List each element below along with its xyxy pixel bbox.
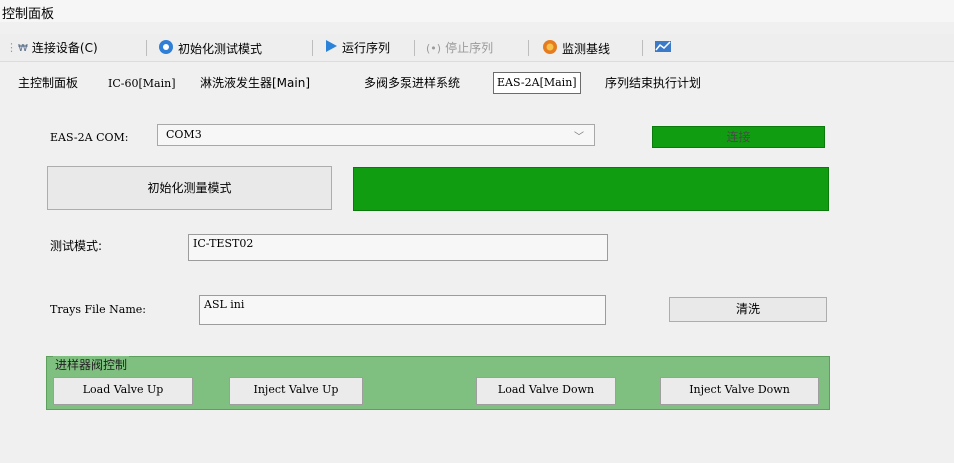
test-mode-label: 测试模式: [50,239,103,253]
init-measure-mode-button[interactable]: 初始化测量模式 [47,166,332,210]
trays-file-label: Trays File Name: [50,303,147,316]
tab-eas2a[interactable]: EAS-2A[Main] [493,72,581,94]
window-title: 控制面板 [2,7,55,22]
grip-icon: ⋮ [6,41,17,54]
connection-status-indicator: 连接 [652,126,825,148]
valve-group-title: 进样器阀控制 [53,356,130,373]
toolbar: ⋮ ₩ 连接设备(C) 初始化测试模式 运行序列 (•) 停止序列 监测基线 [0,34,954,62]
chevron-down-icon: ﹀ [574,132,584,143]
test-mode-field[interactable]: IC-TEST02 [188,234,608,261]
init-icon [158,39,174,60]
monitor-baseline-button[interactable]: 监测基线 [542,39,610,57]
status-green-panel [353,167,829,211]
run-sequence-button[interactable]: 运行序列 [324,39,390,57]
tab-multi-valve-system[interactable]: 多阀多泵进样系统 [364,74,460,92]
load-valve-up-button[interactable]: Load Valve Up [53,377,193,405]
tab-ic60[interactable]: IC-60[Main] [108,74,175,92]
com-port-select[interactable]: COM3 ﹀ [157,124,595,146]
stop-sequence-button[interactable]: (•) 停止序列 [426,39,493,57]
tab-eluent-generator[interactable]: 淋洗液发生器[Main] [200,74,310,92]
init-test-mode-button[interactable]: 初始化测试模式 [158,39,262,57]
chart-view-button[interactable] [654,39,676,57]
monitor-icon [542,39,558,60]
com-port-value: COM3 [166,128,202,141]
valve-control-group: 进样器阀控制 Load Valve Up Inject Valve Up Loa… [46,356,830,410]
tab-sequence-end-plan[interactable]: 序列结束执行计划 [605,74,701,92]
clean-button[interactable]: 清洗 [669,297,827,322]
title-bar: 控制面板 [0,0,954,22]
com-port-label: EAS-2A COM: [50,131,129,144]
tab-strip: 主控制面板 IC-60[Main] 淋洗液发生器[Main] 多阀多泵进样系统 … [0,70,954,94]
trays-file-field[interactable]: ASL ini [199,295,606,325]
inject-valve-down-button[interactable]: Inject Valve Down [660,377,819,405]
connect-icon: ₩ [18,42,28,54]
chart-icon [654,39,672,58]
load-valve-down-button[interactable]: Load Valve Down [476,377,616,405]
inject-valve-up-button[interactable]: Inject Valve Up [229,377,363,405]
stop-icon: (•) [426,41,442,55]
play-icon [324,39,338,58]
connect-device-button[interactable]: ₩ 连接设备(C) [18,39,98,57]
tab-main-panel[interactable]: 主控制面板 [18,74,78,92]
